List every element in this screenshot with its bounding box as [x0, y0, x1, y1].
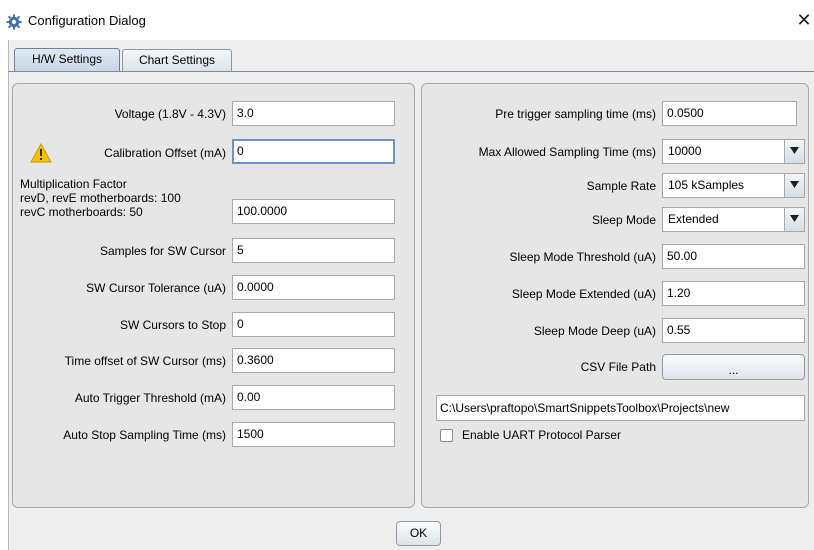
multiplication-factor-field[interactable]: 100.0000	[232, 199, 395, 224]
chevron-down-icon[interactable]	[784, 174, 804, 197]
voltage-field[interactable]: 3.0	[232, 101, 395, 126]
multiplication-factor-label: Multiplication Factor	[20, 177, 127, 191]
sleep-deep-field[interactable]: 0.55	[662, 318, 805, 343]
tab-chart-settings[interactable]: Chart Settings	[122, 49, 232, 71]
samples-sw-cursor-field[interactable]: 5	[232, 238, 395, 263]
chevron-down-icon[interactable]	[784, 140, 804, 163]
samples-sw-cursor-label: Samples for SW Cursor	[99, 244, 226, 258]
uart-parser-option[interactable]: Enable UART Protocol Parser	[440, 429, 690, 445]
select-value: 105 kSamples	[668, 178, 745, 192]
auto-stop-sampling-field[interactable]: 1500	[232, 422, 395, 447]
tab-strip-divider	[8, 71, 814, 72]
auto-stop-sampling-label: Auto Stop Sampling Time (ms)	[63, 428, 226, 442]
sleep-mode-label: Sleep Mode	[591, 213, 656, 227]
sample-rate-label: Sample Rate	[586, 179, 656, 193]
csv-file-path-label: CSV File Path	[580, 360, 656, 374]
ok-button[interactable]: OK	[396, 521, 441, 546]
max-sampling-time-select[interactable]: 10000	[662, 139, 805, 164]
pre-trigger-label: Pre trigger sampling time (ms)	[495, 107, 656, 121]
window-title: Configuration Dialog	[28, 13, 146, 28]
warning-icon	[30, 142, 52, 163]
sw-cursor-tolerance-field[interactable]: 0.0000	[232, 275, 395, 300]
time-offset-sw-cursor-label: Time offset of SW Cursor (ms)	[64, 354, 226, 368]
sleep-mode-select[interactable]: Extended	[662, 207, 805, 232]
sleep-extended-field[interactable]: 1.20	[662, 281, 805, 306]
pre-trigger-field[interactable]: 0.0500	[662, 101, 797, 126]
auto-trigger-threshold-field[interactable]: 0.00	[232, 385, 395, 410]
calibration-offset-label: Calibration Offset (mA)	[104, 146, 226, 160]
calibration-offset-field[interactable]: 0	[232, 139, 395, 164]
sw-cursors-to-stop-label: SW Cursors to Stop	[119, 318, 226, 332]
multiplication-factor-note-1: revD, revE motherboards: 100	[20, 191, 181, 205]
tab-label: Chart Settings	[138, 53, 216, 67]
auto-trigger-threshold-label: Auto Trigger Threshold (mA)	[74, 391, 226, 405]
uart-parser-checkbox[interactable]	[440, 429, 453, 442]
max-sampling-time-label: Max Allowed Sampling Time (ms)	[478, 145, 656, 159]
time-offset-sw-cursor-field[interactable]: 0.3600	[232, 348, 395, 373]
uart-parser-label: Enable UART Protocol Parser	[462, 428, 621, 442]
sleep-threshold-label: Sleep Mode Threshold (uA)	[509, 250, 656, 264]
gear-icon	[6, 14, 22, 30]
sw-cursor-tolerance-label: SW Cursor Tolerance (uA)	[86, 281, 226, 295]
tab-hw-settings[interactable]: H/W Settings	[14, 48, 120, 71]
sleep-deep-label: Sleep Mode Deep (uA)	[533, 324, 656, 338]
multiplication-factor-note-2: revC motherboards: 50	[20, 205, 143, 219]
browse-button[interactable]: ...	[662, 354, 805, 380]
csv-path-field[interactable]: C:\Users\praftopo\SmartSnippetsToolbox\P…	[436, 395, 805, 421]
select-value: Extended	[668, 212, 719, 226]
sleep-threshold-field[interactable]: 50.00	[662, 244, 805, 269]
close-button[interactable]: ✕	[795, 9, 813, 31]
select-value: 10000	[668, 144, 702, 158]
voltage-label: Voltage (1.8V - 4.3V)	[114, 107, 226, 121]
tab-label: H/W Settings	[31, 52, 103, 66]
chevron-down-icon[interactable]	[784, 208, 804, 231]
sw-cursors-to-stop-field[interactable]: 0	[232, 312, 395, 337]
sample-rate-select[interactable]: 105 kSamples	[662, 173, 805, 198]
sleep-extended-label: Sleep Mode Extended (uA)	[511, 287, 656, 301]
